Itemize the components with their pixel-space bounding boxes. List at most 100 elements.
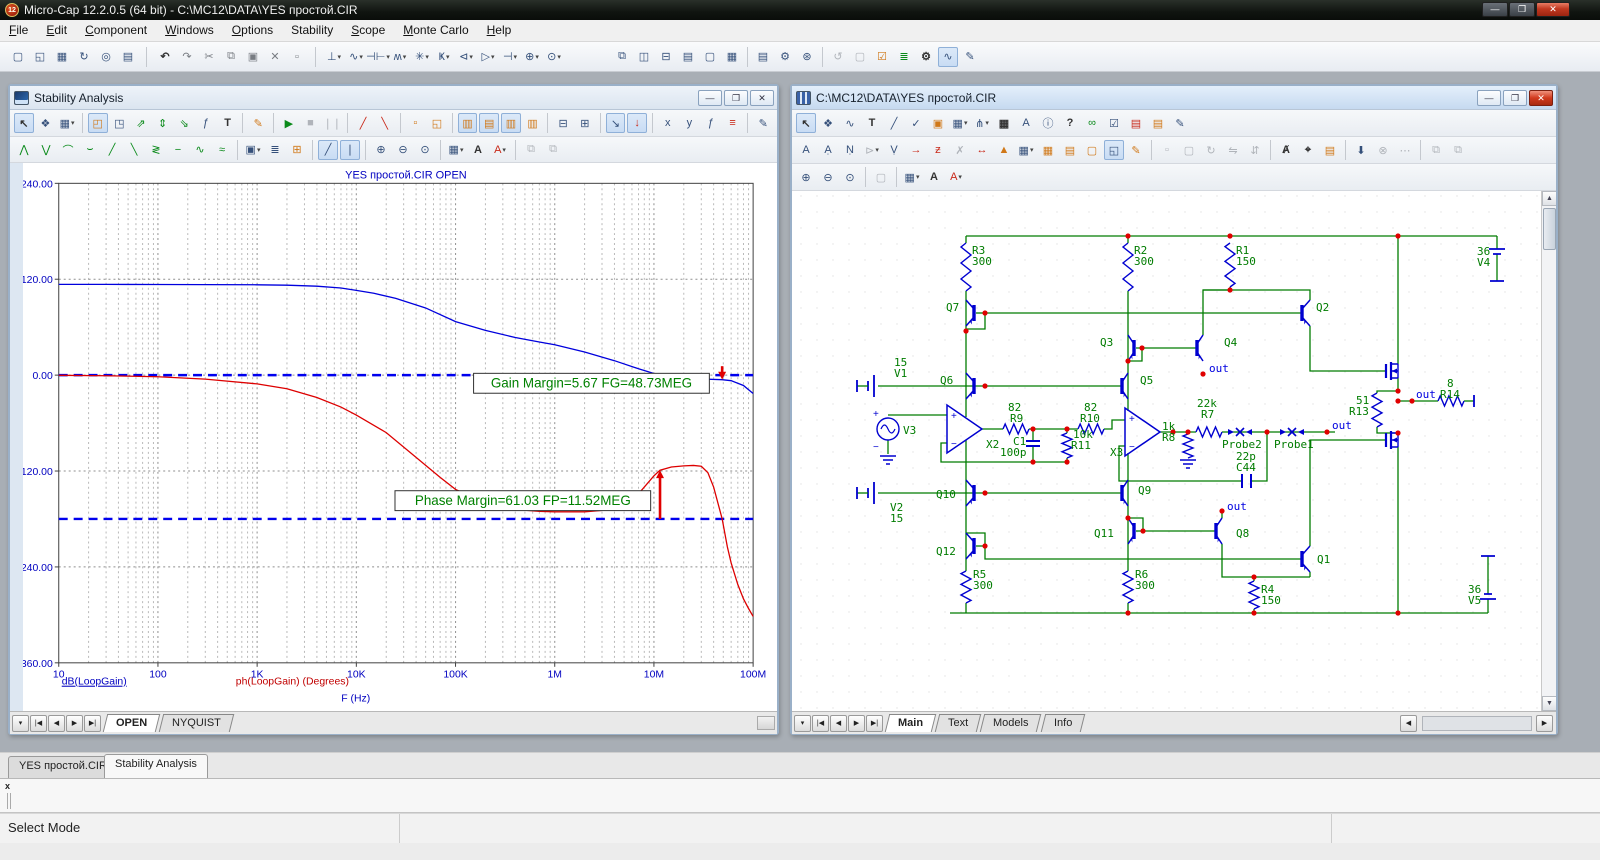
zoom-100-icon[interactable]: ⊙ — [840, 167, 860, 187]
track-vertical-icon[interactable]: ↓ — [627, 113, 647, 133]
scroll-down-icon[interactable]: ▼ — [1542, 696, 1556, 711]
stability-window-titlebar[interactable]: Stability Analysis — ❐ ✕ — [10, 86, 777, 110]
component-connector-icon[interactable]: ⊣▾ — [500, 47, 520, 67]
calculator-icon[interactable]: ▦ — [722, 47, 742, 67]
select-region-icon[interactable]: ◱ — [1104, 140, 1124, 160]
scale-fit-icon[interactable]: ⇕ — [153, 113, 173, 133]
tab-prev[interactable]: ◀ — [48, 715, 65, 732]
flip-vertical-icon[interactable]: ⇵ — [1245, 140, 1265, 160]
grid-options-icon[interactable]: ▦▾ — [446, 140, 466, 160]
pan-mode-icon[interactable]: ❖ — [36, 113, 56, 133]
attribute-text-icon[interactable]: A — [1016, 113, 1036, 133]
zoom-out-icon[interactable]: ⊖ — [393, 140, 413, 160]
show-wire-text-icon[interactable]: Ạ — [818, 140, 838, 160]
bring-front-icon[interactable]: ⧉ — [521, 140, 541, 160]
zoom-window-icon[interactable]: ◳ — [110, 113, 130, 133]
menu-monte-carlo[interactable]: Monte Carlo — [394, 20, 477, 40]
delete-icon[interactable]: ✕ — [265, 47, 285, 67]
tab-open[interactable]: OPEN — [103, 714, 161, 732]
redo-icon[interactable]: ↷ — [177, 47, 197, 67]
font-icon[interactable]: A — [468, 140, 488, 160]
picture-tool-icon[interactable]: ▣ — [928, 113, 948, 133]
help-mode-icon[interactable]: ? — [1060, 113, 1080, 133]
stripe-right-icon[interactable]: ▥ — [523, 113, 543, 133]
checklist-icon[interactable]: ☑ — [872, 47, 892, 67]
component-capacitor-icon[interactable]: ⊣⊢▾ — [368, 47, 388, 67]
tangent-tool-icon[interactable]: ╱ — [318, 140, 338, 160]
save-file-icon[interactable]: ▦ — [52, 47, 72, 67]
go-high-icon[interactable]: ⌒ — [58, 140, 78, 160]
panel-grip[interactable] — [7, 793, 11, 809]
stop-icon[interactable]: ■ — [301, 113, 321, 133]
font-icon[interactable]: A — [924, 167, 944, 187]
menu-stability[interactable]: Stability — [282, 20, 342, 40]
new-file-icon[interactable]: ▢ — [8, 47, 28, 67]
cursor-formula-icon[interactable]: ≡ — [723, 113, 743, 133]
warning-icon[interactable]: ▲ — [994, 140, 1014, 160]
scale-down-icon[interactable]: ⇘ — [174, 113, 194, 133]
grid-options-icon[interactable]: ▦▾ — [902, 167, 922, 187]
revert-analysis-icon[interactable]: ↺ — [828, 47, 848, 67]
scale-up-icon[interactable]: ⇗ — [131, 113, 151, 133]
component-opamp-icon[interactable]: ▷▾ — [478, 47, 498, 67]
flip-horizontal-icon[interactable]: ⇋ — [1223, 140, 1243, 160]
show-attribute-text-icon[interactable]: A — [796, 140, 816, 160]
cursor-fx-icon[interactable]: ƒ — [701, 113, 721, 133]
clip-box-icon[interactable]: ▢ — [1179, 140, 1199, 160]
clear-errors-icon[interactable]: ⊗ — [1373, 140, 1393, 160]
show-conditions-icon[interactable]: ✗ — [950, 140, 970, 160]
tab-last[interactable]: ▶| — [866, 715, 883, 732]
component-diode-icon[interactable]: ✳▾ — [412, 47, 432, 67]
hscroll-track[interactable] — [1422, 716, 1532, 731]
select-mode-icon[interactable]: ↖ — [796, 113, 816, 133]
web-settings-icon[interactable]: ⊛ — [797, 47, 817, 67]
grid-toggle-icon[interactable]: ▦▾ — [1016, 140, 1036, 160]
paste-icon[interactable]: ▣ — [243, 47, 263, 67]
link-mode-icon[interactable]: ∞ — [1082, 113, 1102, 133]
paste-wave-icon[interactable]: ▣▾ — [243, 140, 263, 160]
properties-icon[interactable]: ✎ — [1170, 113, 1190, 133]
copy-icon[interactable]: ⧉ — [221, 47, 241, 67]
stripe-vertical-icon[interactable]: ▥ — [458, 113, 478, 133]
zoom-in-icon[interactable]: ⊕ — [371, 140, 391, 160]
go-slope-icon[interactable]: ≷ — [146, 140, 166, 160]
component-ground-icon[interactable]: ⊥▾ — [324, 47, 344, 67]
clip-select-icon[interactable]: ▫ — [1157, 140, 1177, 160]
scroll-up-icon[interactable]: ▲ — [1542, 191, 1556, 206]
component-browser-icon[interactable]: ▦▾ — [950, 113, 970, 133]
component-battery-icon[interactable]: ⊕▾ — [522, 47, 542, 67]
graph-properties-icon[interactable]: ▦▾ — [57, 113, 77, 133]
find-icon[interactable]: ⌖ — [1298, 140, 1318, 160]
select-mode-icon[interactable]: ↖ — [14, 113, 34, 133]
page-toggle-icon[interactable]: ▢ — [1082, 140, 1102, 160]
go-valley-icon[interactable]: ⋁ — [36, 140, 56, 160]
rule-check-icon[interactable]: ▤ — [1126, 113, 1146, 133]
track-curve-icon[interactable]: ↘ — [606, 113, 626, 133]
minimize-button[interactable]: — — [1482, 2, 1508, 17]
step-list-icon[interactable]: ≣ — [894, 47, 914, 67]
stability-plot[interactable]: Gain Margin=5.67 FG=48.73MEGPhase Margin… — [10, 163, 777, 711]
analysis-plot-icon[interactable]: ∿ — [938, 47, 958, 67]
tile-horizontal-icon[interactable]: ⊟ — [656, 47, 676, 67]
zoom-100-icon[interactable]: ⊙ — [415, 140, 435, 160]
slope-positive-icon[interactable]: ╱ — [353, 113, 373, 133]
component-resistor-icon[interactable]: ∿▾ — [346, 47, 366, 67]
child-close-button[interactable]: ✕ — [1529, 90, 1553, 106]
border-toggle-icon[interactable]: ▦ — [1038, 140, 1058, 160]
tools-icon[interactable]: ⚙ — [916, 47, 936, 67]
edit-analysis-icon[interactable]: ✎ — [753, 113, 773, 133]
zoom-box-icon[interactable]: ◰ — [88, 113, 108, 133]
text-tool-icon[interactable]: T — [218, 113, 238, 133]
bring-front-icon[interactable]: ⧉ — [1426, 140, 1446, 160]
vscroll-thumb[interactable] — [1543, 208, 1556, 250]
arrange-windows-icon[interactable]: ▤ — [678, 47, 698, 67]
page-setup-icon[interactable]: ▢ — [871, 167, 891, 187]
node-numbers-icon[interactable]: ⋔▾ — [972, 113, 992, 133]
go-fall-icon[interactable]: ╲ — [124, 140, 144, 160]
run-icon[interactable]: ▶ — [279, 113, 299, 133]
tab-text[interactable]: Text — [935, 714, 982, 732]
vertical-tool-icon[interactable]: ❘ — [340, 140, 360, 160]
baseline-icon[interactable]: ⊟ — [553, 113, 573, 133]
tab-nyquist[interactable]: NYQUIST — [159, 714, 234, 732]
component-info-icon[interactable]: ▤ — [753, 47, 773, 67]
